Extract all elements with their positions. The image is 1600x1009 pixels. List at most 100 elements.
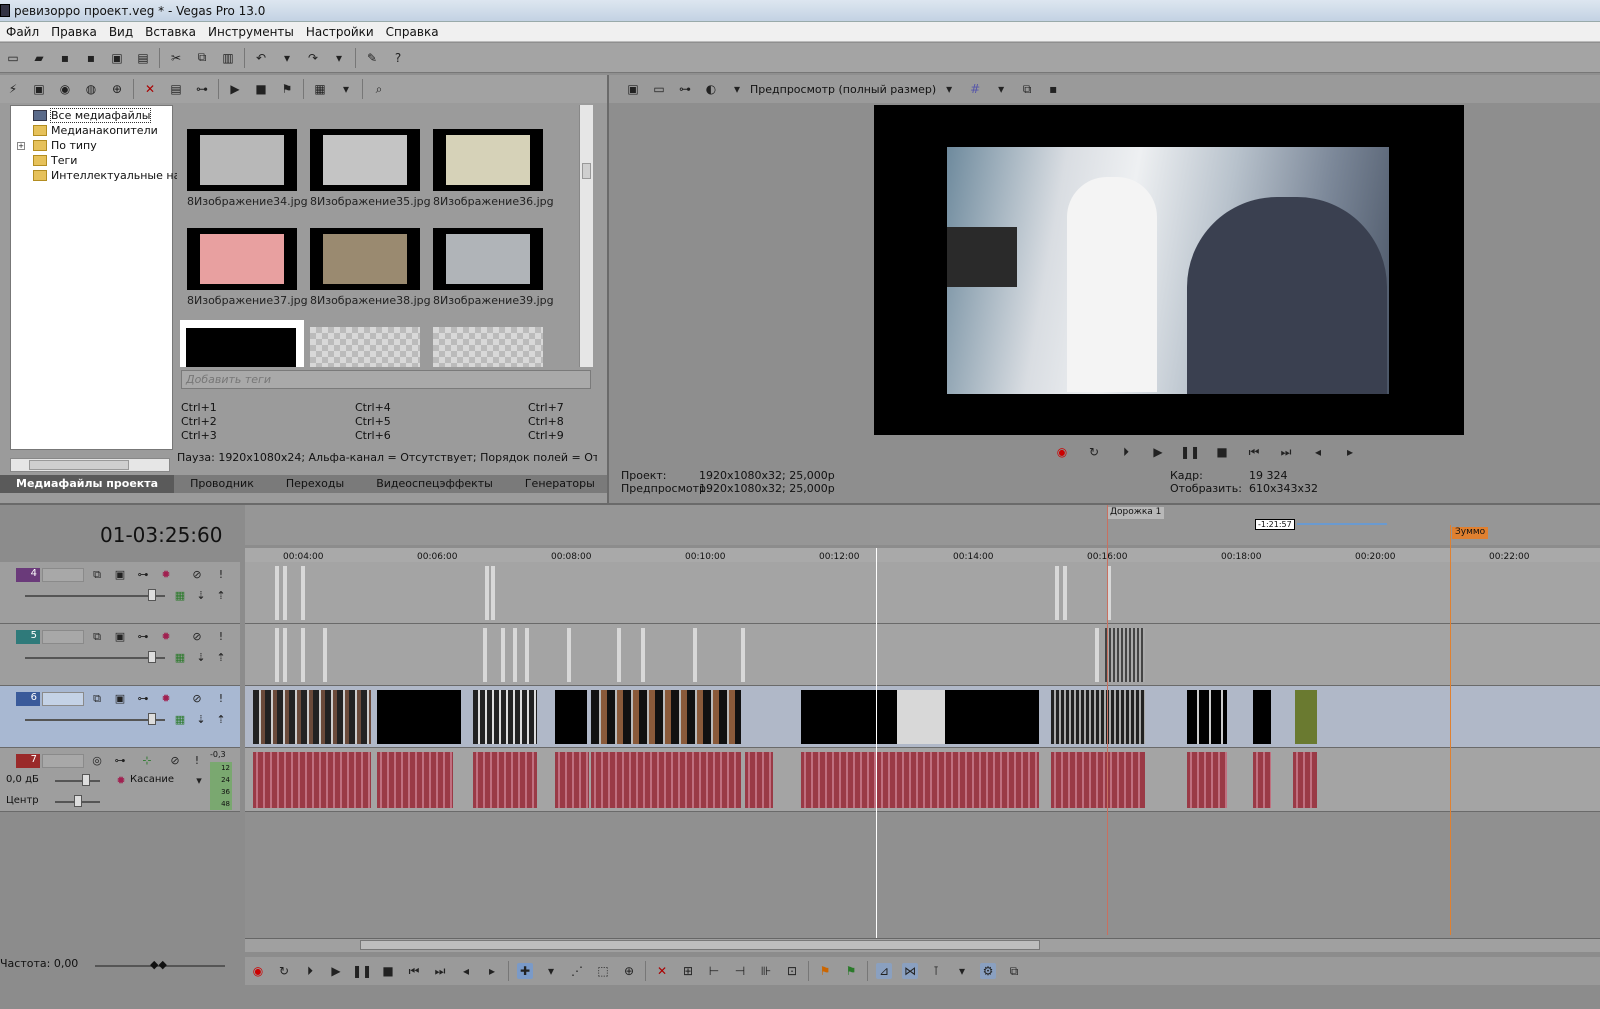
play-icon[interactable]: ▶	[1150, 444, 1166, 460]
copy-snapshot-icon[interactable]: ⧉	[1019, 81, 1035, 97]
get-media-icon[interactable]: ◉	[57, 81, 73, 97]
timeline-clip[interactable]	[617, 628, 621, 682]
delete-icon[interactable]: ✕	[654, 963, 670, 979]
tree-item-smart-bins[interactable]: Интеллектуальные нак	[33, 168, 178, 183]
timeline-clip[interactable]	[275, 628, 279, 682]
transparent-thumbnail[interactable]	[310, 327, 420, 367]
media-thumbnail[interactable]: 8Изображение38.jpg	[310, 228, 431, 307]
timeline-clip[interactable]	[1055, 566, 1059, 620]
quality-dropdown-icon[interactable]: ▾	[729, 81, 745, 97]
automation-icon[interactable]: ▦	[173, 713, 187, 727]
timeline-clip[interactable]	[491, 566, 495, 620]
redo-icon[interactable]: ↷	[305, 50, 321, 66]
track-name-field[interactable]	[42, 692, 84, 706]
web-icon[interactable]: ◍	[83, 81, 99, 97]
timeline-clip[interactable]	[745, 752, 773, 808]
opacity-slider[interactable]	[25, 719, 165, 721]
media-thumbnail[interactable]: 8Изображение39.jpg	[433, 228, 554, 307]
preview-quality-dropdown[interactable]: Предпросмотр (полный размер)	[750, 83, 936, 96]
collapse-icon[interactable]: ⇣	[194, 713, 208, 727]
trim-end-icon[interactable]: ⊣	[732, 963, 748, 979]
tab-project-media[interactable]: Медиафайлы проекта	[0, 475, 175, 493]
solo-icon[interactable]: !	[214, 568, 228, 582]
scroll-thumb[interactable]	[29, 460, 129, 470]
timeline-clip[interactable]	[283, 628, 287, 682]
tab-generators[interactable]: Генераторы	[509, 475, 611, 493]
track-header-video-selected[interactable]: 6 ⧉ ▣ ⊶ ✹ ⊘ ! ▦ ⇣ ⇡	[0, 686, 240, 748]
auto-crossfades-icon[interactable]: ⋈	[902, 963, 918, 979]
loop-region-time[interactable]: -1:21:57	[1255, 519, 1295, 530]
timeline-clip[interactable]	[555, 690, 587, 744]
track-header-video[interactable]: 4 ⧉ ▣ ⊶ ✹ ⊘ ! ▦ ⇣ ⇡	[0, 562, 240, 624]
views-dropdown-icon[interactable]: ▾	[338, 81, 354, 97]
media-fx-icon[interactable]: ⊶	[194, 81, 210, 97]
timeline-clip[interactable]	[513, 628, 517, 682]
timeline-clip[interactable]	[377, 752, 453, 808]
loop-icon[interactable]: ↻	[276, 963, 292, 979]
save-as-icon[interactable]: ▪	[83, 50, 99, 66]
timeline-clip[interactable]	[1051, 752, 1145, 808]
timeline-clip[interactable]	[473, 690, 537, 744]
tab-transitions[interactable]: Переходы	[270, 475, 360, 493]
track-name-field[interactable]	[42, 568, 84, 582]
overlays-icon[interactable]: #	[967, 81, 983, 97]
timeline-clip[interactable]	[741, 628, 745, 682]
opacity-knob[interactable]	[148, 589, 156, 601]
timeline-clip[interactable]	[1293, 752, 1317, 808]
menu-view[interactable]: Вид	[103, 25, 139, 39]
timeline-clip[interactable]	[483, 628, 487, 682]
ripple-edit-icon[interactable]: ⊺	[928, 963, 944, 979]
insert-marker-icon[interactable]: ⚑	[817, 963, 833, 979]
scroll-thumb[interactable]	[360, 940, 1040, 950]
automation-mode-dropdown-icon[interactable]: ▾	[192, 774, 206, 788]
track-header-audio[interactable]: 7 ◎ ⊶ ⊹ ⊘ ! 0,0 дБ ✹ Касание ▾ Центр -0,…	[0, 748, 240, 812]
pause-icon[interactable]: ❚❚	[1180, 444, 1200, 460]
preview-properties-icon[interactable]: ▣	[625, 81, 641, 97]
normal-edit-tool-icon[interactable]: ✚	[517, 963, 533, 979]
record-icon[interactable]: ◉	[250, 963, 266, 979]
render-icon[interactable]: ▣	[109, 50, 125, 66]
what-is-this-icon[interactable]: ?	[390, 50, 406, 66]
zoom-tool-icon[interactable]: ⊕	[621, 963, 637, 979]
menu-edit[interactable]: Правка	[45, 25, 103, 39]
thumbnails-vertical-scrollbar[interactable]	[579, 105, 593, 367]
pause-icon[interactable]: ❚❚	[352, 963, 372, 979]
track-name-field[interactable]	[42, 754, 84, 768]
mute-icon[interactable]: ⊘	[168, 754, 182, 768]
motion-icon[interactable]: ▣	[113, 568, 127, 582]
track-lane[interactable]	[245, 624, 1600, 686]
opacity-slider[interactable]	[25, 657, 165, 659]
redo-dropdown-icon[interactable]: ▾	[331, 50, 347, 66]
paste-icon[interactable]: ▥	[220, 50, 236, 66]
timeline-empty-area[interactable]	[245, 812, 1600, 938]
media-thumbnail[interactable]: 8Изображение37.jpg	[187, 228, 308, 307]
timeline-clip[interactable]	[1187, 690, 1227, 744]
gear-icon[interactable]: ✹	[159, 568, 173, 582]
pan-knob[interactable]	[74, 795, 82, 807]
media-thumbnail[interactable]: 8Изображение36.jpg	[433, 129, 554, 208]
lock-icon[interactable]: ⊡	[784, 963, 800, 979]
undo-dropdown-icon[interactable]: ▾	[279, 50, 295, 66]
compositing-icon[interactable]: ⧉	[90, 630, 104, 644]
trim-start-icon[interactable]: ⊢	[706, 963, 722, 979]
timeline-clip[interactable]	[301, 628, 305, 682]
volume-slider[interactable]	[55, 780, 100, 782]
tab-explorer[interactable]: Проводник	[174, 475, 270, 493]
remove-icon[interactable]: ✕	[142, 81, 158, 97]
record-arm-icon[interactable]: ◎	[90, 754, 104, 768]
mute-icon[interactable]: ⊘	[190, 568, 204, 582]
timeline-clip[interactable]	[945, 690, 1039, 744]
timeline-clip[interactable]	[1105, 628, 1145, 682]
timeline-clip[interactable]	[1253, 752, 1271, 808]
next-frame-icon[interactable]: ▸	[484, 963, 500, 979]
opacity-slider[interactable]	[25, 595, 165, 597]
timeline-clip[interactable]	[801, 752, 1039, 808]
timeline-clip[interactable]	[253, 690, 371, 744]
automation-icon[interactable]: ⊹	[140, 754, 154, 768]
play-from-start-icon[interactable]: ⏵	[1118, 444, 1134, 460]
timeline-clip[interactable]	[591, 690, 741, 744]
add-tags-input[interactable]: Добавить теги	[181, 370, 591, 389]
track-lane[interactable]	[245, 748, 1600, 812]
timeline-clip[interactable]	[591, 752, 741, 808]
region-label[interactable]: Дорожка 1	[1107, 507, 1165, 519]
